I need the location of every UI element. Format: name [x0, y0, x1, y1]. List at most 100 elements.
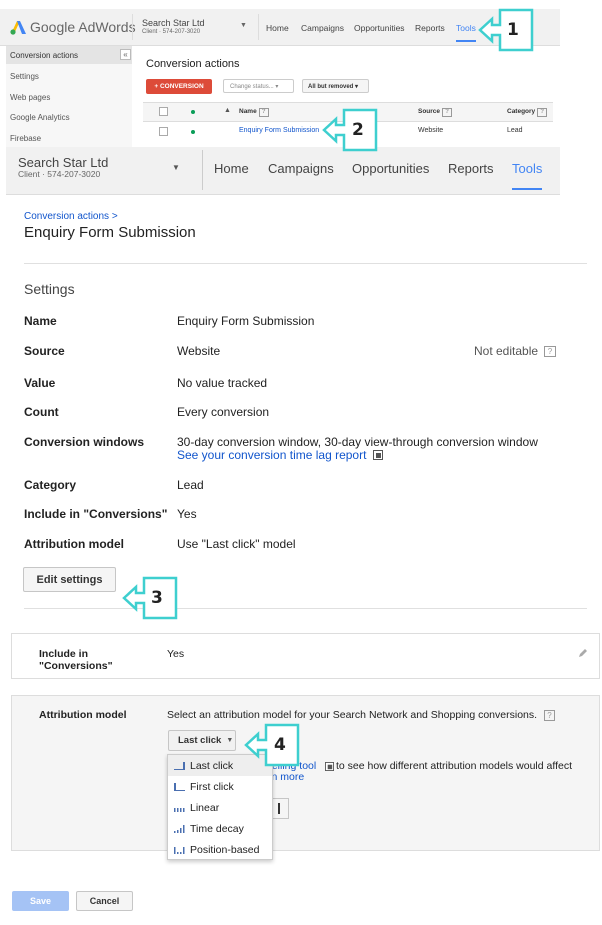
column-header-name[interactable]: Name?: [239, 108, 269, 117]
change-status-dropdown[interactable]: Change status... ▾: [223, 79, 294, 93]
menu-option-first-click[interactable]: First click: [168, 776, 272, 797]
edit-settings-button[interactable]: Edit settings: [23, 567, 116, 592]
modelling-tool-description: to see how different attribution models …: [336, 760, 573, 772]
account-name[interactable]: Search Star Ltd: [142, 18, 205, 28]
nav-home[interactable]: Home: [214, 161, 249, 176]
not-editable-note: Not editable: [474, 344, 539, 358]
nav-home[interactable]: Home: [266, 23, 289, 33]
nav-campaigns[interactable]: Campaigns: [268, 161, 334, 176]
divider: [202, 150, 203, 190]
select-all-checkbox[interactable]: [159, 107, 168, 116]
conversion-name-link[interactable]: Enquiry Form Submission: [239, 127, 319, 134]
attribution-model-dropdown[interactable]: Last click ▼: [168, 730, 236, 751]
sidebar-item-google-analytics[interactable]: Google Analytics: [10, 113, 70, 122]
account-dropdown-icon[interactable]: ▼: [172, 163, 180, 172]
pencil-icon[interactable]: [578, 648, 588, 658]
column-header-category[interactable]: Category?: [507, 108, 548, 117]
conversion-category: Lead: [507, 127, 523, 134]
callout-3-number: 3: [151, 588, 163, 608]
callout-4-arrow-icon: [244, 723, 300, 767]
callout-2-arrow-icon: [322, 108, 378, 152]
menu-option-label: First click: [190, 780, 234, 793]
nav-opportunities[interactable]: Opportunities: [354, 23, 405, 33]
status-filter-dropdown[interactable]: All but removed ▾: [302, 79, 369, 93]
change-status-label: Change status...: [230, 84, 274, 90]
account-id: Client · 574-207-3020: [18, 169, 101, 179]
divider: [24, 263, 587, 264]
include-in-conversions-value: Yes: [167, 648, 185, 660]
help-icon[interactable]: ?: [544, 710, 555, 721]
chevron-down-icon: ▼: [226, 737, 234, 744]
linear-icon: [174, 808, 185, 812]
time-lag-report-link[interactable]: See your conversion time lag report: [177, 448, 366, 462]
collapse-sidebar-icon[interactable]: «: [120, 49, 131, 60]
callout-4-number: 4: [274, 735, 286, 755]
page-title: Enquiry Form Submission: [24, 224, 196, 241]
menu-option-label: Linear: [190, 801, 220, 814]
setting-label-value: Value: [24, 376, 56, 390]
setting-value-source: Website: [177, 344, 221, 358]
menu-option-position-based[interactable]: Position-based: [168, 839, 272, 860]
brand-name: Google AdWords: [30, 19, 136, 35]
include-in-conversions-label: Include in "Conversions": [39, 648, 113, 672]
nav-tools[interactable]: Tools: [512, 161, 543, 190]
sort-arrow-icon[interactable]: ▲: [224, 107, 231, 114]
setting-value-category: Lead: [177, 478, 204, 492]
external-link-icon[interactable]: [325, 762, 334, 771]
learn-more-link[interactable]: rn more: [268, 771, 304, 783]
sidebar-item-settings[interactable]: Settings: [10, 72, 39, 81]
column-header-source-label: Source: [418, 108, 441, 115]
setting-value-include-in-conversions: Yes: [177, 507, 197, 521]
sidebar-item-web-pages[interactable]: Web pages: [10, 93, 50, 102]
menu-option-label: Time decay: [190, 822, 244, 835]
button-fragment-glyph: [278, 803, 280, 814]
setting-value-count: Every conversion: [177, 405, 270, 419]
help-icon[interactable]: ?: [544, 346, 556, 357]
setting-label-conversion-windows: Conversion windows: [24, 435, 145, 449]
external-report-icon[interactable]: [373, 450, 383, 460]
setting-value-name: Enquiry Form Submission: [177, 314, 315, 328]
divider: [24, 608, 587, 609]
column-header-category-label: Category: [507, 108, 536, 115]
column-header-source[interactable]: Source?: [418, 108, 453, 117]
help-icon[interactable]: ?: [442, 108, 453, 117]
account-dropdown-icon[interactable]: ▼: [240, 22, 247, 29]
sidebar-item-firebase[interactable]: Firebase: [10, 134, 41, 143]
account-id: Client · 574-207-3020: [142, 29, 201, 35]
time-decay-icon: [174, 825, 185, 833]
nav-opportunities[interactable]: Opportunities: [352, 161, 429, 176]
setting-label-source: Source: [24, 344, 65, 358]
menu-option-label: Position-based: [190, 843, 260, 856]
help-icon[interactable]: ?: [537, 108, 548, 117]
sidebar: Conversion actions « Settings Web pages …: [6, 46, 132, 147]
nav-campaigns[interactable]: Campaigns: [301, 23, 344, 33]
status-filter-label: All but removed: [308, 84, 354, 90]
account-name[interactable]: Search Star Ltd: [18, 155, 108, 170]
nav-reports[interactable]: Reports: [448, 161, 494, 176]
settings-heading: Settings: [24, 281, 75, 297]
menu-option-linear[interactable]: Linear: [168, 797, 272, 818]
callout-2-number: 2: [352, 120, 364, 140]
cancel-button[interactable]: Cancel: [76, 891, 133, 911]
menu-option-time-decay[interactable]: Time decay: [168, 818, 272, 839]
row-checkbox[interactable]: [159, 127, 168, 136]
setting-label-attribution-model: Attribution model: [24, 537, 124, 551]
position-based-icon: [174, 847, 185, 854]
attribution-model-selected: Last click: [178, 735, 222, 746]
setting-label-count: Count: [24, 405, 59, 419]
save-button[interactable]: Save: [12, 891, 69, 911]
new-conversion-button[interactable]: + CONVERSION: [146, 79, 212, 94]
page-title: Conversion actions: [146, 58, 240, 70]
setting-label-include-in-conversions: Include in "Conversions": [24, 507, 168, 521]
attribution-model-label: Attribution model: [39, 709, 127, 721]
sidebar-item-conversion-actions[interactable]: Conversion actions: [10, 51, 78, 60]
breadcrumb[interactable]: Conversion actions >: [24, 211, 118, 222]
setting-value-attribution-model: Use "Last click" model: [177, 537, 296, 551]
status-dot-icon: [191, 110, 195, 114]
help-icon[interactable]: ?: [258, 108, 269, 117]
first-click-icon: [174, 783, 185, 791]
callout-1-number: 1: [507, 20, 519, 40]
nav-reports[interactable]: Reports: [415, 23, 445, 33]
column-header-name-label: Name: [239, 108, 257, 115]
nav-tools[interactable]: Tools: [456, 23, 476, 42]
